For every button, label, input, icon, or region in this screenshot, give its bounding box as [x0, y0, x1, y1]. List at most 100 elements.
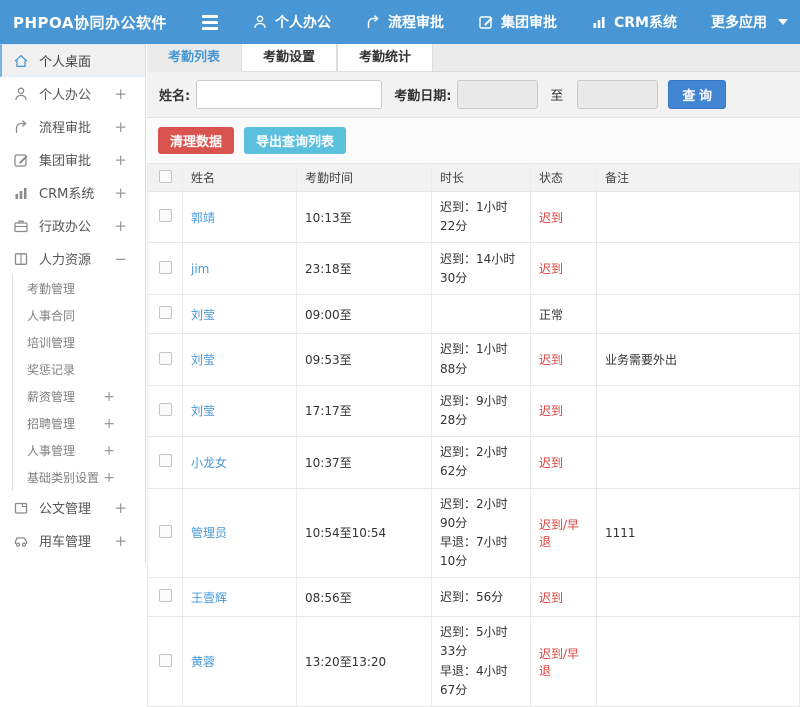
edit-icon — [13, 152, 29, 168]
sidebar-item-label: 集团审批 — [39, 150, 114, 169]
subitem-label: 奖惩记录 — [27, 361, 115, 378]
expand-sign: + — [114, 499, 127, 517]
sidebar-subitem-reward-punishment[interactable]: 奖惩记录 — [13, 356, 145, 383]
note — [597, 437, 800, 488]
note: 1111 — [597, 488, 800, 578]
status-badge: 迟到 — [531, 437, 597, 488]
status-badge: 迟到/早退 — [531, 488, 597, 578]
row-checkbox[interactable] — [159, 589, 172, 602]
status-badge: 迟到 — [531, 192, 597, 243]
row-checkbox[interactable] — [159, 306, 172, 319]
employee-name-link[interactable]: 郭靖 — [183, 192, 297, 243]
sidebar-item-workflow-approval[interactable]: 流程审批 + — [0, 110, 145, 143]
subitem-label: 人事合同 — [27, 307, 115, 324]
tab-attendance-stats[interactable]: 考勤统计 — [337, 44, 433, 72]
row-checkbox[interactable] — [159, 261, 172, 274]
date-to-input[interactable] — [577, 80, 658, 109]
user-icon — [13, 86, 29, 102]
sidebar-subitem-attendance-mgmt[interactable]: 考勤管理 — [13, 275, 145, 302]
expand-sign: + — [114, 85, 127, 103]
employee-name-link[interactable]: 小龙女 — [183, 437, 297, 488]
duration: 迟到：1小时22分 — [432, 192, 531, 243]
date-label: 考勤日期: — [394, 85, 451, 104]
row-checkbox[interactable] — [159, 454, 172, 467]
sidebar-item-admin-office[interactable]: 行政办公 + — [0, 209, 145, 242]
sidebar-item-document-mgmt[interactable]: 公文管理 + — [0, 491, 145, 524]
col-name: 姓名 — [183, 164, 297, 192]
tab-attendance-settings[interactable]: 考勤设置 — [241, 44, 337, 72]
note: 业务需要外出 — [597, 334, 800, 385]
attendance-time: 09:53至 — [297, 334, 432, 385]
nav-group-approval[interactable]: 集团审批 — [478, 12, 557, 32]
subitem-label: 薪资管理 — [27, 388, 103, 405]
search-button[interactable]: 查 询 — [668, 80, 726, 109]
clear-data-button[interactable]: 清理数据 — [158, 127, 234, 154]
duration: 迟到：1小时88分 — [432, 334, 531, 385]
employee-name-link[interactable]: 刘莹 — [183, 334, 297, 385]
sidebar-subitem-training-mgmt[interactable]: 培训管理 — [13, 329, 145, 356]
sidebar-item-group-approval[interactable]: 集团审批 + — [0, 143, 145, 176]
row-checkbox[interactable] — [159, 209, 172, 222]
nav-more-apps[interactable]: 更多应用 — [711, 12, 788, 32]
employee-name-link[interactable]: 刘莹 — [183, 385, 297, 436]
sidebar-subitem-salary-mgmt[interactable]: 薪资管理 + — [13, 383, 145, 410]
subitem-label: 基础类别设置 — [27, 469, 103, 486]
note — [597, 243, 800, 295]
tab-attendance-list[interactable]: 考勤列表 — [147, 44, 241, 72]
sidebar-item-crm-system[interactable]: CRM系统 + — [0, 176, 145, 209]
row-checkbox[interactable] — [159, 403, 172, 416]
flow-icon — [365, 14, 381, 30]
expand-sign: + — [114, 118, 127, 136]
row-checkbox[interactable] — [159, 525, 172, 538]
sidebar-item-hr[interactable]: 人力资源 − — [0, 242, 145, 275]
nav-workflow-approval[interactable]: 流程审批 — [365, 12, 444, 32]
expand-sign: + — [103, 416, 115, 432]
document-icon — [13, 500, 29, 516]
sidebar-subitem-recruit-mgmt[interactable]: 招聘管理 + — [13, 410, 145, 437]
sidebar-subitem-base-category-settings[interactable]: 基础类别设置 + — [13, 464, 145, 491]
to-label: 至 — [550, 85, 563, 104]
nav-personal-office[interactable]: 个人办公 — [252, 12, 331, 32]
expand-sign: + — [114, 532, 127, 550]
employee-name-link[interactable]: 管理员 — [183, 488, 297, 578]
sidebar-item-personal-office[interactable]: 个人办公 + — [0, 77, 145, 110]
employee-name-link[interactable]: 王壹辉 — [183, 578, 297, 617]
table-row: 刘莹 17:17至 迟到：9小时28分 迟到 — [148, 385, 800, 436]
row-checkbox[interactable] — [159, 352, 172, 365]
select-all-checkbox[interactable] — [159, 170, 172, 183]
sidebar-item-label: 公文管理 — [39, 498, 114, 517]
sidebar-subitem-hr-contract[interactable]: 人事合同 — [13, 302, 145, 329]
duration — [432, 295, 531, 334]
expand-sign: + — [103, 443, 115, 459]
table-row: 王壹辉 08:56至 迟到：56分 迟到 — [148, 578, 800, 617]
subitem-label: 招聘管理 — [27, 415, 103, 432]
employee-name-link[interactable]: 刘莹 — [183, 295, 297, 334]
table-row: 小龙女 10:37至 迟到：2小时62分 迟到 — [148, 437, 800, 488]
attendance-time: 10:54至10:54 — [297, 488, 432, 578]
sidebar-item-label: 个人办公 — [39, 84, 114, 103]
date-from-input[interactable] — [457, 80, 538, 109]
employee-name-link[interactable]: 黄蓉 — [183, 617, 297, 707]
briefcase-icon — [13, 218, 29, 234]
sidebar-item-desktop[interactable]: 个人桌面 — [0, 44, 145, 77]
expand-sign: + — [103, 389, 115, 405]
attendance-time: 13:20至13:20 — [297, 617, 432, 707]
status-badge: 迟到 — [531, 578, 597, 617]
row-checkbox[interactable] — [159, 654, 172, 667]
sidebar-item-vehicle-mgmt[interactable]: 用车管理 + — [0, 524, 145, 557]
table-row: 刘莹 09:00至 正常 — [148, 295, 800, 334]
duration: 迟到：14小时30分 — [432, 243, 531, 295]
car-icon — [13, 533, 29, 549]
sidebar-item-label: 人力资源 — [39, 249, 114, 268]
name-input[interactable] — [196, 80, 382, 109]
menu-toggle-icon[interactable] — [202, 15, 218, 30]
nav-crm-system[interactable]: CRM系统 — [591, 12, 677, 32]
book-icon — [13, 251, 29, 267]
table-row: 刘莹 09:53至 迟到：1小时88分 迟到 业务需要外出 — [148, 334, 800, 385]
sidebar-subitem-personnel-mgmt[interactable]: 人事管理 + — [13, 437, 145, 464]
note — [597, 385, 800, 436]
employee-name-link[interactable]: jim — [183, 243, 297, 295]
export-list-button[interactable]: 导出查询列表 — [244, 127, 346, 154]
sidebar-item-label: 行政办公 — [39, 216, 114, 235]
col-time: 考勤时间 — [297, 164, 432, 192]
